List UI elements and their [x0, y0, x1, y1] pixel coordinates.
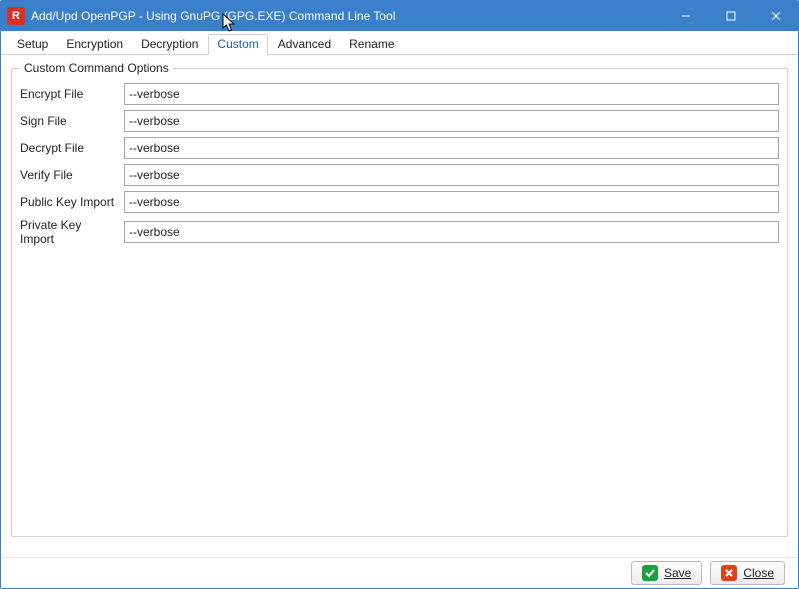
group-legend: Custom Command Options — [20, 61, 173, 75]
app-icon: R — [7, 7, 25, 25]
save-button[interactable]: Save — [631, 561, 702, 585]
minimize-button[interactable] — [663, 1, 708, 31]
label-sign-file: Sign File — [20, 114, 124, 128]
close-button[interactable]: Close — [710, 561, 785, 585]
label-encrypt-file: Encrypt File — [20, 87, 124, 101]
row-sign-file: Sign File — [20, 110, 779, 132]
save-button-label: Save — [664, 566, 691, 580]
label-decrypt-file: Decrypt File — [20, 141, 124, 155]
row-encrypt-file: Encrypt File — [20, 83, 779, 105]
titlebar: R Add/Upd OpenPGP - Using GnuPG (GPG.EXE… — [1, 1, 798, 31]
custom-command-options-group: Custom Command Options Encrypt File Sign… — [11, 61, 788, 537]
tab-setup[interactable]: Setup — [9, 35, 56, 54]
dialog-footer: Save Close — [2, 557, 797, 587]
close-window-button[interactable] — [753, 1, 798, 31]
tab-decryption[interactable]: Decryption — [133, 35, 206, 54]
row-public-key-import: Public Key Import — [20, 191, 779, 213]
label-public-key-import: Public Key Import — [20, 195, 124, 209]
input-sign-file[interactable] — [124, 110, 779, 132]
tab-panel-custom: Custom Command Options Encrypt File Sign… — [1, 55, 798, 547]
tab-strip: Setup Encryption Decryption Custom Advan… — [1, 31, 798, 55]
label-private-key-import: Private Key Import — [20, 218, 124, 246]
input-verify-file[interactable] — [124, 164, 779, 186]
x-icon — [721, 565, 737, 581]
row-decrypt-file: Decrypt File — [20, 137, 779, 159]
tab-custom[interactable]: Custom — [208, 34, 267, 55]
check-icon — [642, 565, 658, 581]
input-private-key-import[interactable] — [124, 221, 779, 243]
window-controls — [663, 1, 798, 31]
tab-rename[interactable]: Rename — [341, 35, 402, 54]
row-private-key-import: Private Key Import — [20, 218, 779, 246]
close-button-label: Close — [743, 566, 774, 580]
label-verify-file: Verify File — [20, 168, 124, 182]
tab-encryption[interactable]: Encryption — [58, 35, 131, 54]
row-verify-file: Verify File — [20, 164, 779, 186]
window-title: Add/Upd OpenPGP - Using GnuPG (GPG.EXE) … — [31, 9, 663, 23]
maximize-button[interactable] — [708, 1, 753, 31]
input-decrypt-file[interactable] — [124, 137, 779, 159]
input-encrypt-file[interactable] — [124, 83, 779, 105]
input-public-key-import[interactable] — [124, 191, 779, 213]
tab-advanced[interactable]: Advanced — [270, 35, 339, 54]
